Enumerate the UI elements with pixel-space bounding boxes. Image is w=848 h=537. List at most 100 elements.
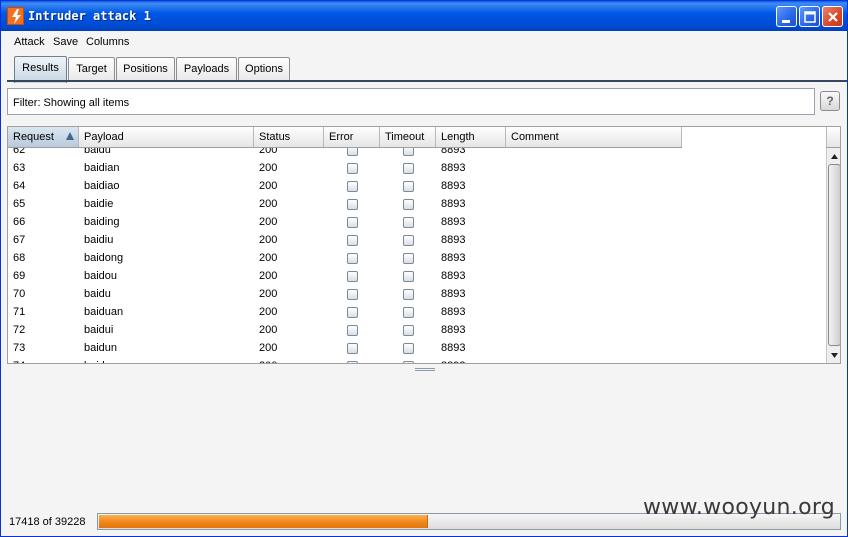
request-cell: 63 (13, 162, 26, 174)
column-header-request[interactable]: Request (8, 127, 79, 147)
splitter-handle[interactable] (415, 368, 435, 371)
timeout-checkbox (403, 199, 414, 210)
timeout-checkbox (403, 181, 414, 192)
title-bar[interactable]: Intruder attack 1 (1, 1, 847, 31)
tab-payloads[interactable]: Payloads (176, 57, 237, 82)
table-row[interactable]: 63 baidian 200 8893 (8, 159, 682, 177)
error-checkbox (347, 343, 358, 354)
request-cell: 66 (13, 216, 26, 228)
length-cell: 8893 (441, 252, 466, 264)
payload-cell: baidun (84, 342, 118, 354)
tab-divider (7, 80, 847, 82)
table-header-corner (826, 127, 840, 148)
close-button[interactable] (822, 6, 843, 27)
status-cell: 200 (259, 148, 278, 156)
status-cell: 200 (254, 357, 277, 363)
column-header-length[interactable]: Length (436, 127, 506, 147)
status-cell: 200 (259, 306, 278, 318)
column-header-error[interactable]: Error (324, 127, 380, 147)
column-header-comment[interactable]: Comment (506, 127, 682, 147)
payload-cell: baidou (84, 270, 118, 282)
timeout-checkbox (403, 307, 414, 318)
timeout-checkbox (403, 271, 414, 282)
table-row[interactable]: 66 baiding 200 8893 (8, 213, 682, 231)
request-cell: 64 (13, 180, 26, 192)
table-row[interactable]: 72 baidui 200 8893 (8, 321, 682, 339)
status-cell: 200 (259, 180, 278, 192)
request-cell: 74 (8, 357, 25, 363)
table-row[interactable]: 74 baiduo 200 8893 (8, 357, 682, 363)
scroll-up-arrow-icon[interactable] (828, 150, 840, 164)
table-row[interactable]: 67 baidiu 200 8893 (8, 231, 682, 249)
results-table: Request Payload Status Error Timeout Len… (7, 126, 841, 364)
timeout-checkbox (403, 163, 414, 174)
filter-bar[interactable]: Filter: Showing all items (7, 88, 815, 115)
length-cell: 8893 (441, 162, 466, 174)
tab-options[interactable]: Options (238, 57, 290, 82)
progress-count: 17418 of 39228 (9, 516, 86, 528)
minimize-button[interactable] (776, 6, 797, 27)
length-cell: 8893 (441, 288, 466, 300)
request-cell: 62 (13, 148, 26, 156)
help-button[interactable]: ? (820, 91, 840, 111)
status-cell: 200 (259, 234, 278, 246)
status-cell: 200 (259, 252, 278, 264)
payload-cell: baidui (84, 324, 114, 336)
status-cell: 200 (259, 216, 278, 228)
intruder-window: Intruder attack 1 Attack Save Columns Re… (0, 0, 848, 537)
table-row[interactable]: 71 baiduan 200 8893 (8, 303, 682, 321)
payload-cell: baiding (84, 216, 120, 228)
sort-ascending-icon (66, 132, 74, 140)
table-row[interactable]: 70 baidu 200 8893 (8, 285, 682, 303)
length-cell: 8893 (441, 324, 466, 336)
request-cell: 68 (13, 252, 26, 264)
payload-cell: baidong (84, 252, 124, 264)
error-checkbox (347, 271, 358, 282)
table-row[interactable]: 62 baidu 200 8893 (8, 148, 682, 159)
status-cell: 200 (259, 270, 278, 282)
length-cell: 8893 (441, 198, 466, 210)
request-cell: 73 (13, 342, 26, 354)
payload-cell: baidie (84, 198, 114, 210)
vertical-scrollbar[interactable] (826, 148, 840, 363)
request-cell: 65 (13, 198, 26, 210)
timeout-checkbox (403, 325, 414, 336)
error-checkbox (347, 325, 358, 336)
column-header-status[interactable]: Status (254, 127, 324, 147)
table-row[interactable]: 69 baidou 200 8893 (8, 267, 682, 285)
payload-cell: baidiu (84, 234, 114, 246)
length-cell: 8893 (441, 180, 466, 192)
request-cell: 71 (13, 306, 26, 318)
column-header-payload[interactable]: Payload (79, 127, 254, 147)
table-row[interactable]: 73 baidun 200 8893 (8, 339, 682, 357)
request-cell: 69 (13, 270, 26, 282)
timeout-checkbox (403, 289, 414, 300)
tab-results[interactable]: Results (14, 56, 67, 83)
request-cell: 72 (13, 324, 26, 336)
menu-attack[interactable]: Attack (14, 36, 45, 48)
timeout-checkbox (403, 343, 414, 354)
scroll-down-arrow-icon[interactable] (828, 348, 840, 362)
menu-columns[interactable]: Columns (86, 36, 129, 48)
payload-cell: baidu (84, 148, 111, 156)
column-header-label: Request (13, 131, 54, 143)
maximize-button[interactable] (799, 6, 820, 27)
table-row[interactable]: 65 baidie 200 8893 (8, 195, 682, 213)
length-cell: 8893 (436, 357, 465, 363)
menu-save[interactable]: Save (53, 36, 78, 48)
scrollbar-thumb[interactable] (828, 164, 840, 346)
timeout-checkbox (403, 253, 414, 264)
length-cell: 8893 (441, 342, 466, 354)
error-checkbox (347, 217, 358, 228)
tab-target[interactable]: Target (68, 57, 115, 82)
column-header-timeout[interactable]: Timeout (380, 127, 436, 147)
error-checkbox (347, 235, 358, 246)
status-cell: 200 (259, 324, 278, 336)
request-cell: 67 (13, 234, 26, 246)
table-row[interactable]: 64 baidiao 200 8893 (8, 177, 682, 195)
status-cell: 200 (259, 342, 278, 354)
status-cell: 200 (259, 162, 278, 174)
table-row[interactable]: 68 baidong 200 8893 (8, 249, 682, 267)
tab-positions[interactable]: Positions (116, 57, 175, 82)
table-rows: 62 baidu 200 8893 63 baidian 200 8893 64 baidiao 2… (8, 148, 682, 363)
